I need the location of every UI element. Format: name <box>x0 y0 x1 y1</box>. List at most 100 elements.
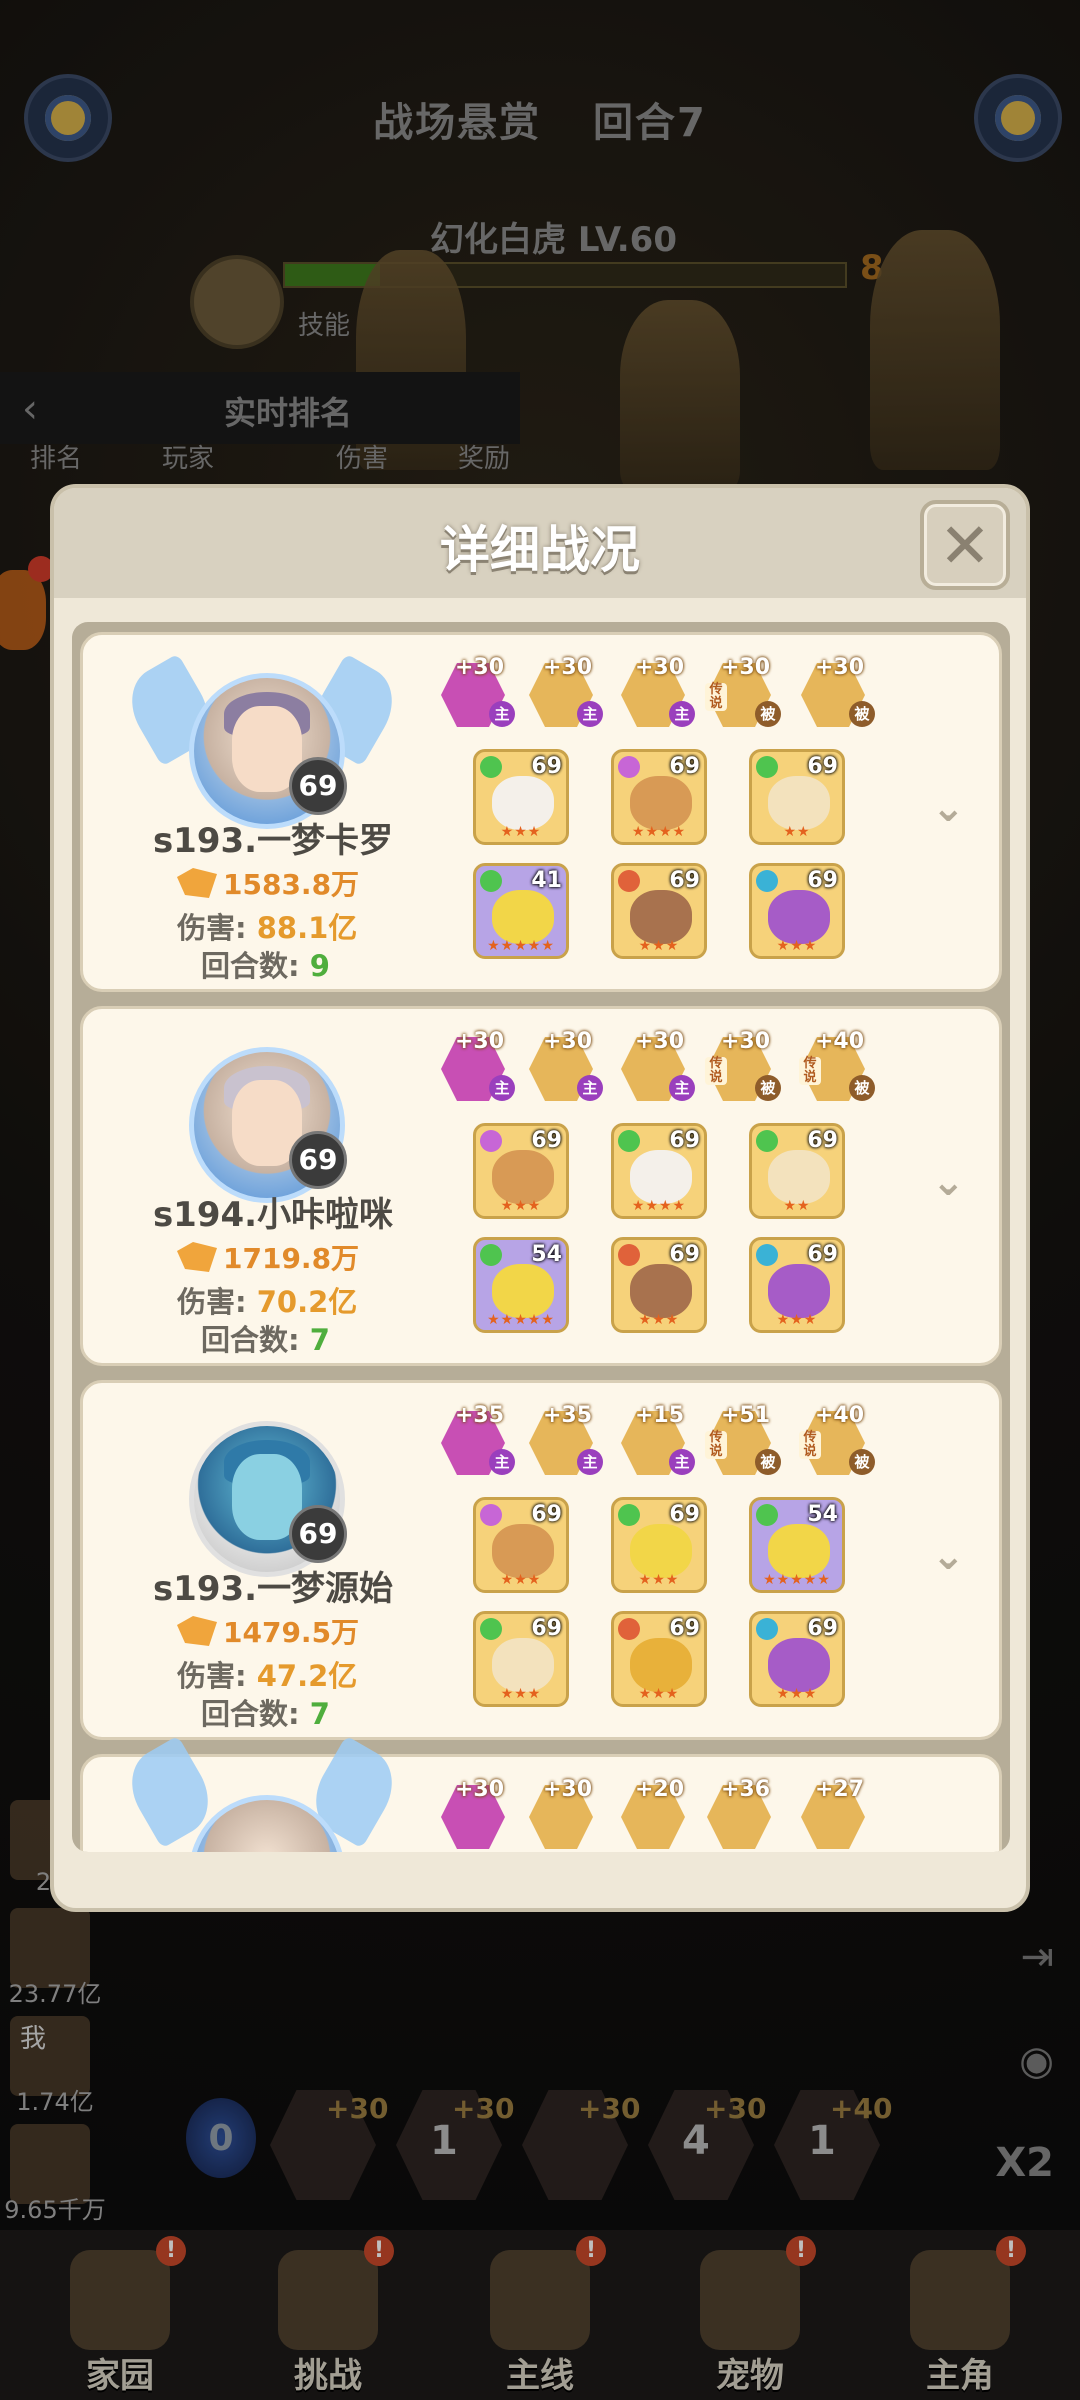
equip-slot[interactable]: +35 主 <box>441 1403 515 1475</box>
equip-slot[interactable]: 传说 +40 被 <box>799 1403 875 1475</box>
pet-level: 69 <box>669 1502 700 1527</box>
pet-slot[interactable]: 69 ★★★ <box>749 1611 845 1707</box>
equip-tag: 被 <box>849 701 875 727</box>
close-button[interactable]: ✕ <box>920 500 1010 590</box>
pet-level: 69 <box>531 1128 562 1153</box>
equip-plus: +30 <box>815 655 865 680</box>
player-card: +30 +30 +20 +36 +27 <box>80 1735 1002 1852</box>
equip-tag: 被 <box>849 1075 875 1101</box>
equip-slot[interactable]: +27 <box>801 1777 873 1849</box>
expand-chevron-icon[interactable]: ⌄ <box>931 1159 965 1205</box>
equip-slot[interactable]: +35 主 <box>529 1403 603 1475</box>
equip-plus: +30 <box>721 1029 771 1054</box>
expand-chevron-icon[interactable]: ⌄ <box>931 1533 965 1579</box>
pet-slot[interactable]: 69 ★★ <box>749 1123 845 1219</box>
equip-slot[interactable]: 传说 +40 被 <box>799 1029 875 1101</box>
legend-tag: 传说 <box>705 683 727 711</box>
pet-slot[interactable]: 69 ★★★ <box>749 1237 845 1333</box>
power-fist-icon <box>177 1242 217 1272</box>
damage-value: 88.1亿 <box>256 911 358 945</box>
equip-tag: 被 <box>755 1075 781 1101</box>
equip-plus: +30 <box>543 655 593 680</box>
modal-title: 详细战况 <box>440 521 640 579</box>
pet-slot[interactable]: 54 ★★★★★ <box>749 1497 845 1593</box>
pet-slot[interactable]: 54 ★★★★★ <box>473 1237 569 1333</box>
player-name: s194.小咔啦咪 <box>152 1195 394 1235</box>
equip-slot[interactable]: 传说 +30 被 <box>705 655 781 727</box>
equip-slot[interactable]: +30 主 <box>621 1029 695 1101</box>
pet-level: 41 <box>531 868 562 893</box>
equip-slot[interactable]: +30 <box>441 1777 513 1849</box>
pet-stars: ★★ <box>783 824 811 840</box>
equip-tag: 主 <box>489 1075 515 1101</box>
pet-slot[interactable]: 69 ★★ <box>749 749 845 845</box>
modal-header: 详细战况 ✕ <box>54 488 1026 598</box>
equip-slot[interactable]: +30 主 <box>529 655 603 727</box>
pet-stars: ★★★★ <box>631 824 687 840</box>
pet-slot[interactable]: 69 ★★★ <box>611 863 707 959</box>
power-fist-icon <box>177 1616 217 1646</box>
equip-slot[interactable]: 传说 +30 被 <box>705 1029 781 1101</box>
power-text: 1479.5万 <box>223 1616 360 1649</box>
player-card: 69 s193.一梦源始 1479.5万 伤害: 47.2亿 回合数: 7 +3… <box>80 1380 1002 1740</box>
pet-level: 69 <box>669 754 700 779</box>
equip-slot[interactable]: +30 <box>529 1777 601 1849</box>
pet-stars: ★★★ <box>638 1572 680 1588</box>
equip-slot[interactable]: +30 被 <box>801 655 875 727</box>
pet-slot[interactable]: 41 ★★★★★ <box>473 863 569 959</box>
pet-slot[interactable]: 69 ★★★ <box>611 1497 707 1593</box>
pet-slot[interactable]: 69 ★★★ <box>473 1123 569 1219</box>
equip-slot[interactable]: +30 主 <box>621 655 695 727</box>
equip-plus: +30 <box>455 655 505 680</box>
power-value: 1583.8万 <box>177 863 359 903</box>
pet-stars: ★★★ <box>500 1572 542 1588</box>
pet-stars: ★★★ <box>500 1686 542 1702</box>
equip-tag: 被 <box>755 1449 781 1475</box>
equip-slot[interactable]: +30 主 <box>441 1029 515 1101</box>
pet-level: 69 <box>807 1128 838 1153</box>
pet-slot[interactable]: 69 ★★★ <box>611 1611 707 1707</box>
rounds-value: 7 <box>309 1697 330 1731</box>
pet-slot[interactable]: 69 ★★★★ <box>611 749 707 845</box>
rounds-stat: 回合数: 9 <box>201 943 330 985</box>
expand-chevron-icon[interactable]: ⌄ <box>931 785 965 831</box>
equip-slot[interactable]: +36 <box>707 1777 779 1849</box>
equip-plus: +30 <box>455 1777 505 1802</box>
equip-slot[interactable]: +30 主 <box>441 655 515 727</box>
pet-slot[interactable]: 69 ★★★ <box>473 1611 569 1707</box>
pet-level: 69 <box>669 1242 700 1267</box>
pet-slot[interactable]: 69 ★★★★ <box>611 1123 707 1219</box>
pet-level: 69 <box>531 1616 562 1641</box>
pet-slot[interactable]: 69 ★★★ <box>611 1237 707 1333</box>
equip-plus: +35 <box>455 1403 505 1428</box>
equip-tag: 主 <box>669 701 695 727</box>
player-card: 69 s194.小咔啦咪 1719.8万 伤害: 70.2亿 回合数: 7 +3… <box>80 1006 1002 1366</box>
pet-slot[interactable]: 69 ★★★ <box>749 863 845 959</box>
pet-level: 69 <box>669 868 700 893</box>
pet-stars: ★★★★ <box>631 1198 687 1214</box>
pet-slot[interactable]: 69 ★★★ <box>473 1497 569 1593</box>
battle-detail-modal: 详细战况 ✕ 69 s193.一梦卡罗 1583.8万 伤害: 88.1亿 回合… <box>50 484 1030 1912</box>
equip-plus: +27 <box>815 1777 865 1802</box>
player-card: 69 s193.一梦卡罗 1583.8万 伤害: 88.1亿 回合数: 9 +3… <box>80 632 1002 992</box>
equip-tag: 主 <box>489 1449 515 1475</box>
equip-slot[interactable]: +30 主 <box>529 1029 603 1101</box>
equip-slot[interactable]: +15 主 <box>621 1403 695 1475</box>
legend-tag: 传说 <box>705 1057 727 1085</box>
equip-tag: 主 <box>669 1449 695 1475</box>
equip-slot[interactable]: 传说 +51 被 <box>705 1403 781 1475</box>
player-name: s193.一梦源始 <box>152 1569 394 1609</box>
equip-plus: +30 <box>635 655 685 680</box>
damage-label: 伤害: <box>177 1659 247 1693</box>
damage-label: 伤害: <box>177 911 247 945</box>
equip-plus: +51 <box>721 1403 771 1428</box>
equip-slot[interactable]: +20 <box>621 1777 693 1849</box>
pet-stars: ★★★ <box>776 1686 818 1702</box>
rounds-label: 回合数: <box>201 1323 300 1357</box>
pet-level: 69 <box>531 754 562 779</box>
equip-plus: +40 <box>815 1403 865 1428</box>
damage-value: 70.2亿 <box>256 1285 358 1319</box>
level-badge: 69 <box>289 1131 347 1189</box>
pet-slot[interactable]: 69 ★★★ <box>473 749 569 845</box>
player-list[interactable]: 69 s193.一梦卡罗 1583.8万 伤害: 88.1亿 回合数: 9 +3… <box>72 622 1010 1852</box>
